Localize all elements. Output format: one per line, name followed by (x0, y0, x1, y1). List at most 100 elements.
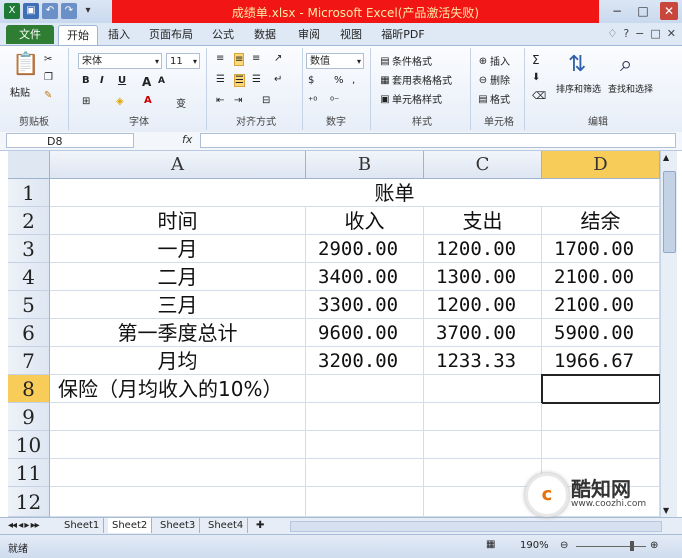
cell-c8[interactable] (424, 375, 542, 403)
cell-c5[interactable]: 1200.00 (424, 291, 542, 319)
excel-icon[interactable]: X (4, 3, 20, 19)
row-header-3[interactable]: 3 (8, 235, 50, 263)
zoom-level[interactable]: 190% (520, 540, 549, 551)
align-center-icon[interactable]: ☰ (234, 74, 245, 87)
sheet-tab-sheet4[interactable]: Sheet4 (204, 518, 249, 533)
cell-c2[interactable]: 支出 (424, 207, 542, 235)
cell-d6[interactable]: 5900.00 (542, 319, 660, 347)
cell-styles-button[interactable]: ▣ 单元格样式 (378, 91, 442, 107)
cell-c7[interactable]: 1233.33 (424, 347, 542, 375)
tab-data[interactable]: 数据 (248, 25, 282, 44)
tab-foxit-pdf[interactable]: 福昕PDF (378, 25, 428, 44)
sort-filter-icon[interactable]: ⇅ (568, 52, 586, 77)
align-left-icon[interactable]: ☰ (216, 74, 225, 85)
scroll-up-icon[interactable]: ▲ (663, 153, 669, 162)
cut-icon[interactable]: ✂ (44, 54, 52, 65)
cell-a4[interactable]: 二月 (50, 263, 306, 291)
cell-d2[interactable]: 结余 (542, 207, 660, 235)
delete-cells-button[interactable]: ⊖ 删除 (476, 72, 510, 88)
select-all-button[interactable] (8, 151, 50, 179)
cell-b8[interactable] (306, 375, 424, 403)
bold-button[interactable]: B (82, 75, 90, 86)
fill-color-icon[interactable]: ◈ (116, 96, 124, 107)
tab-formulas[interactable]: 公式 (206, 25, 240, 44)
fill-icon[interactable]: ⬇ (532, 72, 540, 83)
doc-close-icon[interactable]: ✕ (667, 27, 676, 40)
border-icon[interactable]: ⊞ (82, 96, 90, 107)
cell-d10[interactable] (542, 431, 660, 459)
sheet-nav-icon[interactable]: ◂◂ ◂ ▸ ▸▸ (4, 518, 43, 533)
cell-a7[interactable]: 月均 (50, 347, 306, 375)
tab-page-layout[interactable]: 页面布局 (142, 25, 200, 44)
cell-d9[interactable] (542, 403, 660, 431)
increase-decimal-icon[interactable]: ⁺⁰ (308, 96, 317, 107)
column-header-c[interactable]: C (424, 151, 542, 179)
row-header-10[interactable]: 10 (8, 431, 50, 459)
font-name-select[interactable]: 宋体 ▾ (78, 53, 162, 69)
increase-indent-icon[interactable]: ⇥ (234, 95, 242, 106)
row-header-5[interactable]: 5 (8, 291, 50, 319)
paste-button[interactable]: 粘贴 (10, 84, 30, 99)
cell-b12[interactable] (306, 487, 424, 517)
save-icon[interactable]: ▣ (23, 3, 39, 19)
cell-d3[interactable]: 1700.00 (542, 235, 660, 263)
doc-restore-icon[interactable]: □ (650, 27, 660, 40)
cell-a9[interactable] (50, 403, 306, 431)
tab-insert[interactable]: 插入 (102, 25, 136, 44)
insert-function-button[interactable]: fx (182, 133, 192, 146)
row-header-9[interactable]: 9 (8, 403, 50, 431)
cell-a8[interactable]: 保险（月均收入的10%） (50, 375, 306, 403)
autosum-button[interactable]: Σ (532, 53, 540, 67)
row-header-4[interactable]: 4 (8, 263, 50, 291)
format-painter-icon[interactable]: ✎ (44, 90, 52, 101)
cell-a5[interactable]: 三月 (50, 291, 306, 319)
undo-icon[interactable]: ↶ (42, 3, 58, 19)
cell-b9[interactable] (306, 403, 424, 431)
zoom-slider[interactable] (576, 546, 646, 547)
cell-a1-title[interactable]: 账单 (50, 179, 660, 207)
close-button[interactable]: ✕ (660, 2, 678, 20)
cell-b3[interactable]: 2900.00 (306, 235, 424, 263)
cell-a11[interactable] (50, 459, 306, 487)
column-header-d[interactable]: D (542, 151, 660, 179)
copy-icon[interactable]: ❐ (44, 72, 53, 83)
cell-d5[interactable]: 2100.00 (542, 291, 660, 319)
cell-b10[interactable] (306, 431, 424, 459)
minimize-button[interactable]: − (608, 2, 626, 20)
cell-c4[interactable]: 1300.00 (424, 263, 542, 291)
cell-b4[interactable]: 3400.00 (306, 263, 424, 291)
name-box[interactable]: D8 (6, 133, 134, 148)
maximize-button[interactable]: □ (634, 2, 652, 20)
zoom-in-icon[interactable]: ⊕ (650, 540, 658, 551)
tab-file[interactable]: 文件 (6, 25, 54, 44)
cell-d8-selected[interactable] (541, 374, 660, 404)
find-select-button[interactable]: 查找和选择 (608, 82, 653, 95)
conditional-format-button[interactable]: ▤ 条件格式 (378, 53, 432, 69)
percent-button[interactable]: % (334, 75, 344, 86)
align-right-icon[interactable]: ☰ (252, 74, 261, 85)
ribbon-options-icon[interactable]: ♢ (607, 27, 617, 40)
cell-d4[interactable]: 2100.00 (542, 263, 660, 291)
format-cells-button[interactable]: ▤ 格式 (476, 91, 510, 107)
comma-button[interactable]: , (352, 75, 355, 86)
cell-a10[interactable] (50, 431, 306, 459)
cell-c9[interactable] (424, 403, 542, 431)
insert-cells-button[interactable]: ⊕ 插入 (476, 53, 510, 69)
zoom-thumb[interactable] (630, 541, 634, 551)
tab-view[interactable]: 视图 (334, 25, 368, 44)
row-header-2[interactable]: 2 (8, 207, 50, 235)
row-header-8[interactable]: 8 (8, 375, 50, 403)
merge-center-icon[interactable]: ⊟ (262, 95, 270, 106)
row-header-7[interactable]: 7 (8, 347, 50, 375)
column-header-a[interactable]: A (50, 151, 306, 179)
cell-a2[interactable]: 时间 (50, 207, 306, 235)
number-format-select[interactable]: 数值 ▾ (306, 53, 364, 69)
redo-icon[interactable]: ↷ (61, 3, 77, 19)
normal-view-icon[interactable]: ▦ (486, 539, 495, 550)
clear-icon[interactable]: ⌫ (532, 91, 546, 102)
cell-b11[interactable] (306, 459, 424, 487)
paste-icon[interactable]: 📋 (12, 52, 39, 77)
font-color-icon[interactable]: A (144, 95, 152, 106)
tab-home[interactable]: 开始 (58, 25, 98, 45)
phonetic-button[interactable]: 变 (176, 95, 186, 110)
